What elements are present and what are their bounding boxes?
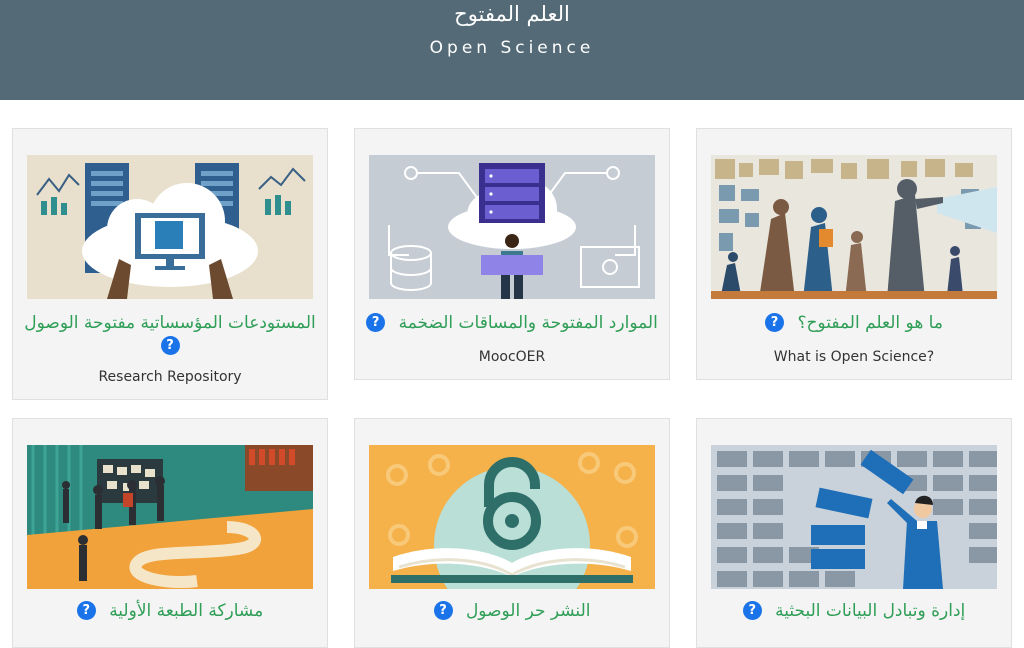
card-image-research-repository[interactable] <box>27 155 313 299</box>
help-icon[interactable]: ? <box>160 336 180 355</box>
card-image-open-access-publishing[interactable] <box>369 445 655 589</box>
help-icon[interactable]: ? <box>76 601 96 620</box>
card-preprint-sharing[interactable]: مشاركة الطبعة الأولية ? <box>12 418 328 648</box>
card-what-is-open-science[interactable]: ما هو العلم المفتوح؟ ? What is Open Scie… <box>696 128 1012 380</box>
card-title-text[interactable]: الموارد المفتوحة والمساقات الضخمة <box>399 313 658 333</box>
card-title-arabic[interactable]: النشر حر الوصول ? <box>355 601 669 621</box>
card-image-mooc-oer[interactable] <box>369 155 655 299</box>
card-title-arabic[interactable]: إدارة وتبادل البيانات البحثية ? <box>697 601 1011 621</box>
page-title-english: Open Science <box>429 38 595 58</box>
card-research-data-management[interactable]: إدارة وتبادل البيانات البحثية ? <box>696 418 1012 648</box>
card-subtitle: Research Repository <box>98 369 242 385</box>
help-icon[interactable]: ? <box>742 601 762 620</box>
help-icon[interactable]: ? <box>433 601 453 620</box>
card-title-arabic[interactable]: ما هو العلم المفتوح؟ ? <box>697 313 1011 333</box>
card-research-repository[interactable]: المستودعات المؤسساتية مفتوحة الوصول ? Re… <box>12 128 328 400</box>
card-image-research-data-management[interactable] <box>711 445 997 589</box>
card-title-text[interactable]: إدارة وتبادل البيانات البحثية <box>775 601 965 621</box>
help-icon[interactable]: ? <box>366 313 386 332</box>
card-title-arabic[interactable]: الموارد المفتوحة والمساقات الضخمة ? <box>355 313 669 333</box>
card-title-text[interactable]: مشاركة الطبعة الأولية <box>109 601 263 621</box>
card-subtitle: MoocOER <box>478 349 546 365</box>
card-image-preprint-sharing[interactable] <box>27 445 313 589</box>
page-header: العلم المفتوح Open Science <box>0 0 1024 100</box>
page-title-arabic: العلم المفتوح <box>454 2 570 26</box>
help-icon[interactable]: ? <box>765 313 785 332</box>
card-title-text[interactable]: ما هو العلم المفتوح؟ <box>797 313 943 333</box>
card-title-text[interactable]: النشر حر الوصول <box>466 601 591 621</box>
card-title-arabic[interactable]: مشاركة الطبعة الأولية ? <box>13 601 327 621</box>
card-image-what-is-open-science[interactable] <box>711 155 997 299</box>
card-title-arabic[interactable]: المستودعات المؤسساتية مفتوحة الوصول <box>13 313 327 333</box>
card-subtitle: What is Open Science? <box>773 349 935 365</box>
card-open-access-publishing[interactable]: النشر حر الوصول ? <box>354 418 670 648</box>
card-mooc-oer[interactable]: الموارد المفتوحة والمساقات الضخمة ? Mooc… <box>354 128 670 380</box>
